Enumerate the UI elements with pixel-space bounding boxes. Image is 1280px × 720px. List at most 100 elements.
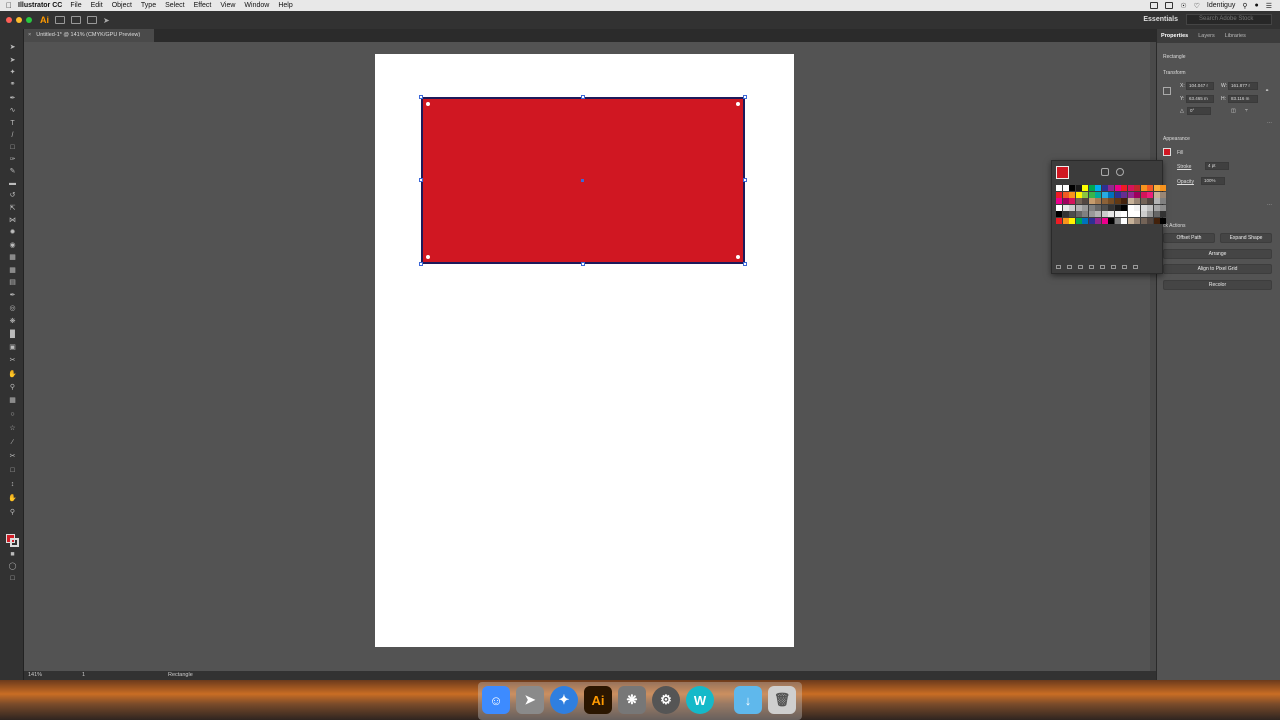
trash-icon[interactable]: 🗑: [768, 686, 796, 714]
system-preferences-icon[interactable]: ⚙: [652, 686, 680, 714]
swatch-options-icon[interactable]: [1089, 265, 1094, 269]
menu-object[interactable]: Object: [112, 2, 132, 9]
swatch-18[interactable]: [1062, 191, 1069, 198]
illustrator-dock-icon[interactable]: Ai: [584, 686, 612, 714]
swatch-61[interactable]: [1121, 204, 1127, 211]
swatch-89[interactable]: [1082, 217, 1088, 224]
type-tool-icon[interactable]: T: [8, 120, 17, 128]
swatch-74[interactable]: [1095, 211, 1101, 217]
corner-widget-bottom-right[interactable]: [736, 255, 740, 259]
menu-edit[interactable]: Edit: [91, 2, 103, 9]
y-position-field[interactable]: 63.465 m: [1186, 95, 1214, 103]
swatch-31[interactable]: [1147, 191, 1153, 198]
swatch-88[interactable]: [1075, 217, 1082, 224]
eyedropper-tool-icon[interactable]: ✒: [8, 292, 17, 300]
tab-layers[interactable]: Layers: [1198, 33, 1215, 39]
swatch-78[interactable]: [1121, 211, 1127, 217]
magic-wand-tool-icon[interactable]: ✦: [8, 69, 17, 77]
reference-point-icon[interactable]: [1163, 87, 1171, 95]
arrange-button[interactable]: Arrange: [1163, 249, 1272, 259]
swatch-37[interactable]: [1075, 198, 1082, 204]
swatch-62[interactable]: [1127, 204, 1134, 211]
appearance-more-icon[interactable]: ⋯: [1267, 202, 1272, 208]
swatch-80[interactable]: [1134, 211, 1140, 217]
swatch-43[interactable]: [1114, 198, 1121, 204]
arrange-documents-icon[interactable]: [87, 16, 97, 24]
swatch-93[interactable]: [1108, 217, 1114, 224]
swatch-7[interactable]: [1101, 185, 1108, 191]
swatch-2[interactable]: [1069, 185, 1075, 191]
app-menu[interactable]: Illustrator CC: [18, 2, 62, 9]
user-name[interactable]: Identiguy: [1207, 2, 1235, 9]
swatch-33[interactable]: [1160, 191, 1166, 198]
swatch-98[interactable]: [1140, 217, 1147, 224]
swatch-17[interactable]: [1056, 191, 1062, 198]
swatch-92[interactable]: [1101, 217, 1108, 224]
align-to-pixel-grid-button[interactable]: Align to Pixel Grid: [1163, 264, 1272, 274]
menu-help[interactable]: Help: [278, 2, 292, 9]
mesh-tool-icon[interactable]: ▦: [8, 267, 17, 275]
free-transform-tool-icon[interactable]: □: [8, 467, 17, 475]
swatch-25[interactable]: [1108, 191, 1114, 198]
handle-middle-right[interactable]: [743, 178, 747, 182]
swatch-57[interactable]: [1095, 204, 1101, 211]
rotate-tool-icon[interactable]: ↺: [8, 192, 17, 200]
swatch-45[interactable]: [1127, 198, 1134, 204]
swatch-90[interactable]: [1088, 217, 1095, 224]
finder-icon[interactable]: ☺: [482, 686, 510, 714]
pencil-tool-icon[interactable]: ✎: [8, 168, 17, 176]
swatch-95[interactable]: [1121, 217, 1127, 224]
menu-view[interactable]: View: [220, 2, 235, 9]
swatch-56[interactable]: [1088, 204, 1095, 211]
swatch-77[interactable]: [1114, 211, 1121, 217]
swatch-97[interactable]: [1134, 217, 1140, 224]
artboard-tool-icon[interactable]: ▣: [8, 344, 17, 352]
safari-icon[interactable]: ✦: [550, 686, 578, 714]
swatch-65[interactable]: [1147, 204, 1153, 211]
close-window-button[interactable]: [6, 17, 12, 23]
knife-tool-icon[interactable]: ∕: [8, 439, 17, 447]
swatch-66[interactable]: [1153, 204, 1160, 211]
zoom-tool-icon[interactable]: ⚲: [8, 384, 17, 392]
menu-effect[interactable]: Effect: [194, 2, 212, 9]
swatch-21[interactable]: [1082, 191, 1088, 198]
gradient-tool-icon[interactable]: ▤: [8, 279, 17, 287]
airplay-icon[interactable]: [1165, 2, 1174, 9]
swatch-54[interactable]: [1075, 204, 1082, 211]
x-position-field[interactable]: 104.047 r: [1186, 82, 1214, 90]
swatch-73[interactable]: [1088, 211, 1095, 217]
pen-tool-icon[interactable]: ✒: [8, 95, 17, 103]
swatch-85[interactable]: [1056, 217, 1062, 224]
swatch-63[interactable]: [1134, 204, 1140, 211]
shape-builder-tool-icon[interactable]: ◉: [8, 242, 17, 250]
rotate-field[interactable]: 0°: [1187, 107, 1211, 115]
zoom-window-button[interactable]: [26, 17, 32, 23]
swatch-24[interactable]: [1101, 191, 1108, 198]
draw-inside-icon[interactable]: ◯: [8, 563, 17, 571]
curvature-tool-icon[interactable]: ∿: [8, 107, 17, 115]
swatch-99[interactable]: [1147, 217, 1153, 224]
swatch-86[interactable]: [1062, 217, 1069, 224]
recolor-button[interactable]: Recolor: [1163, 280, 1272, 290]
downloads-folder-icon[interactable]: ↓: [734, 686, 762, 714]
fill-swatch[interactable]: [1163, 148, 1171, 156]
stroke-label[interactable]: Stroke: [1177, 164, 1191, 170]
handle-top-left[interactable]: [419, 95, 423, 99]
hand-tool-icon[interactable]: ✋: [8, 371, 17, 379]
symbol-sprayer-tool-icon[interactable]: ❋: [8, 318, 17, 326]
swatch-60[interactable]: [1114, 204, 1121, 211]
handle-middle-left[interactable]: [419, 178, 423, 182]
width-field[interactable]: 161.877 r: [1228, 82, 1258, 90]
swatch-72[interactable]: [1082, 211, 1088, 217]
artboard-navigator[interactable]: 1: [82, 672, 85, 678]
swatch-69[interactable]: [1062, 211, 1069, 217]
expand-shape-button[interactable]: Expand Shape: [1220, 233, 1272, 243]
handle-bottom-left[interactable]: [419, 262, 423, 266]
swatch-1[interactable]: [1062, 185, 1069, 191]
notification-icon[interactable]: ☰: [1266, 2, 1272, 10]
share-icon[interactable]: ➤: [103, 16, 110, 25]
cloud-library-icon[interactable]: [1078, 265, 1083, 269]
swatch-34[interactable]: [1056, 198, 1062, 204]
swatch-82[interactable]: [1147, 211, 1153, 217]
paintbrush-tool-icon[interactable]: ✑: [8, 156, 17, 164]
